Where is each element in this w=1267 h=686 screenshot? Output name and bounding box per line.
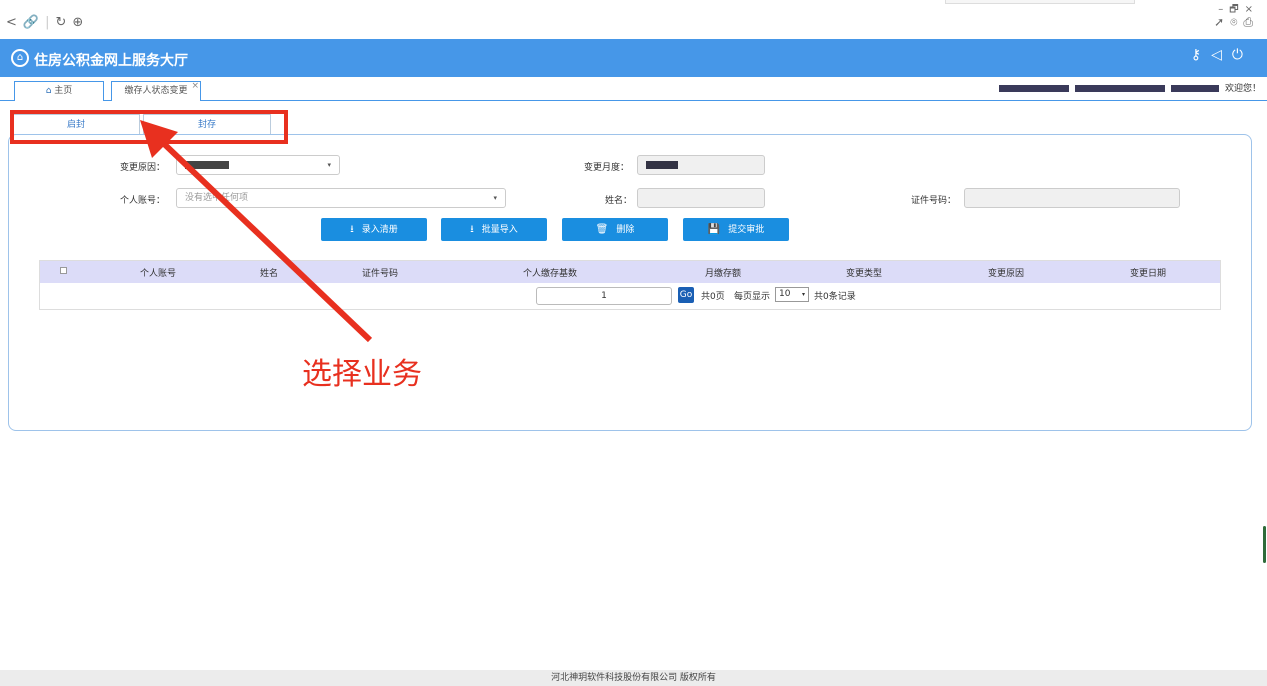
- chevron-down-icon: ▾: [327, 161, 331, 169]
- copyright-text: 河北神玥软件科技股份有限公司 版权所有: [551, 673, 716, 683]
- delete-button[interactable]: 🗑 删除: [562, 218, 668, 241]
- data-grid: 个人账号 姓名 证件号码 个人缴存基数 月缴存额 变更类型 变更原因 变更日期 …: [39, 260, 1221, 310]
- app-header: ⌂ 住房公积金网上服务大厅 ⚷◁⏻: [0, 39, 1267, 77]
- maximize-icon[interactable]: 🗗: [1229, 4, 1244, 15]
- back-icon[interactable]: <: [6, 15, 23, 30]
- change-month-field[interactable]: [637, 155, 765, 175]
- shield-icon[interactable]: ⌾: [1230, 15, 1243, 29]
- welcome-text: 欢迎您！: [1224, 84, 1261, 94]
- scrollbar-thumb[interactable]: [1263, 526, 1266, 563]
- id-field[interactable]: [964, 188, 1180, 208]
- page-size-value: 10: [779, 289, 791, 299]
- enter-roster-button[interactable]: ⭳ 录入清册: [321, 218, 427, 241]
- share-icon[interactable]: ➚: [1214, 15, 1230, 29]
- batch-import-label: 批量导入: [481, 225, 518, 235]
- delete-label: 删除: [616, 225, 635, 235]
- col-change-reason[interactable]: 变更原因: [988, 266, 1024, 279]
- total-records: 共0条记录: [814, 292, 856, 302]
- col-account[interactable]: 个人账号: [140, 266, 176, 279]
- redacted-user-1: [998, 85, 1069, 92]
- minimize-icon[interactable]: –: [1218, 4, 1229, 15]
- chevron-down-icon: ▾: [493, 194, 497, 202]
- tab-close-icon[interactable]: ×: [191, 77, 199, 95]
- col-monthly[interactable]: 月缴存额: [705, 266, 741, 279]
- change-type-select[interactable]: ▾: [176, 155, 340, 175]
- sound-icon[interactable]: ◁: [1211, 47, 1232, 63]
- name-field[interactable]: [637, 188, 765, 208]
- col-id[interactable]: 证件号码: [362, 266, 398, 279]
- globe-icon[interactable]: ⊕: [72, 15, 89, 30]
- per-page-label: 每页显示: [734, 292, 771, 302]
- browser-toolbar: <🔗|↻⊕ –🗗× ➚⌾⎙: [0, 0, 1267, 38]
- col-base[interactable]: 个人缴存基数: [523, 266, 577, 279]
- extension-icon[interactable]: ⎙: [1243, 15, 1259, 29]
- footer: 河北神玥软件科技股份有限公司 版权所有: [0, 670, 1267, 686]
- chevron-down-icon: ▾: [801, 291, 805, 298]
- browser-tools: ➚⌾⎙: [1214, 15, 1259, 30]
- annotation-highlight-box: [10, 110, 288, 144]
- redacted-user-3: [1170, 85, 1219, 92]
- save-icon: 💾: [707, 224, 721, 235]
- upload-icon: ⭳: [350, 224, 354, 235]
- browser-nav: <🔗|↻⊕: [6, 15, 89, 30]
- redacted-user-2: [1074, 85, 1165, 92]
- col-name[interactable]: 姓名: [260, 266, 278, 279]
- account-label: 个人账号：: [120, 196, 166, 206]
- user-info: 欢迎您！: [998, 81, 1261, 94]
- col-change-type[interactable]: 变更类型: [846, 266, 882, 279]
- redacted-value: [185, 160, 229, 169]
- change-type-label: 变更原因：: [120, 163, 166, 173]
- enter-roster-label: 录入清册: [361, 225, 398, 235]
- import-icon: ⭳: [470, 224, 474, 235]
- tab-home-label: 主页: [54, 86, 73, 96]
- id-label: 证件号码：: [911, 196, 957, 206]
- account-select[interactable]: 没有选中任何项 ▾: [176, 188, 506, 208]
- col-change-date[interactable]: 变更日期: [1130, 266, 1166, 279]
- change-month-label: 变更月度：: [584, 163, 630, 173]
- total-pages: 共0页: [701, 292, 725, 302]
- account-placeholder: 没有选中任何项: [185, 193, 249, 203]
- redacted-month: [646, 160, 678, 169]
- tab-status-change-label: 缴存人状态变更: [124, 86, 188, 96]
- home-icon: ⌂: [45, 86, 52, 96]
- name-label: 姓名：: [605, 196, 633, 206]
- browser-popup: [945, 0, 1135, 4]
- tab-home[interactable]: ⌂ 主页: [14, 81, 104, 101]
- select-all-checkbox[interactable]: [60, 267, 67, 274]
- app-title: 住房公积金网上服务大厅: [34, 53, 188, 69]
- logo-icon: ⌂: [11, 49, 29, 67]
- batch-import-button[interactable]: ⭳ 批量导入: [441, 218, 547, 241]
- go-button[interactable]: Go: [678, 287, 694, 303]
- close-icon[interactable]: ×: [1245, 4, 1259, 15]
- submit-approval-button[interactable]: 💾 提交审批: [683, 218, 789, 241]
- submit-approval-label: 提交审批: [728, 225, 765, 235]
- annotation-text: 选择业务: [302, 357, 422, 392]
- page-number-input[interactable]: 1: [536, 287, 672, 305]
- divider: |: [45, 15, 56, 30]
- trash-icon: 🗑: [595, 224, 609, 235]
- page-size-select[interactable]: 10 ▾: [775, 287, 809, 302]
- key-icon[interactable]: ⚷: [1191, 47, 1211, 63]
- refresh-icon[interactable]: ↻: [55, 15, 72, 30]
- tab-status-change[interactable]: 缴存人状态变更 ×: [111, 81, 201, 101]
- tab-bar: ⌂ 主页 缴存人状态变更 × 欢迎您！: [0, 77, 1267, 101]
- pager: 1 Go 共0页 每页显示 10 ▾ 共0条记录: [40, 283, 1220, 305]
- header-icons: ⚷◁⏻: [1191, 47, 1253, 63]
- link-icon[interactable]: 🔗: [23, 15, 45, 30]
- power-icon[interactable]: ⏻: [1232, 47, 1253, 63]
- grid-header: 个人账号 姓名 证件号码 个人缴存基数 月缴存额 变更类型 变更原因 变更日期: [40, 261, 1220, 283]
